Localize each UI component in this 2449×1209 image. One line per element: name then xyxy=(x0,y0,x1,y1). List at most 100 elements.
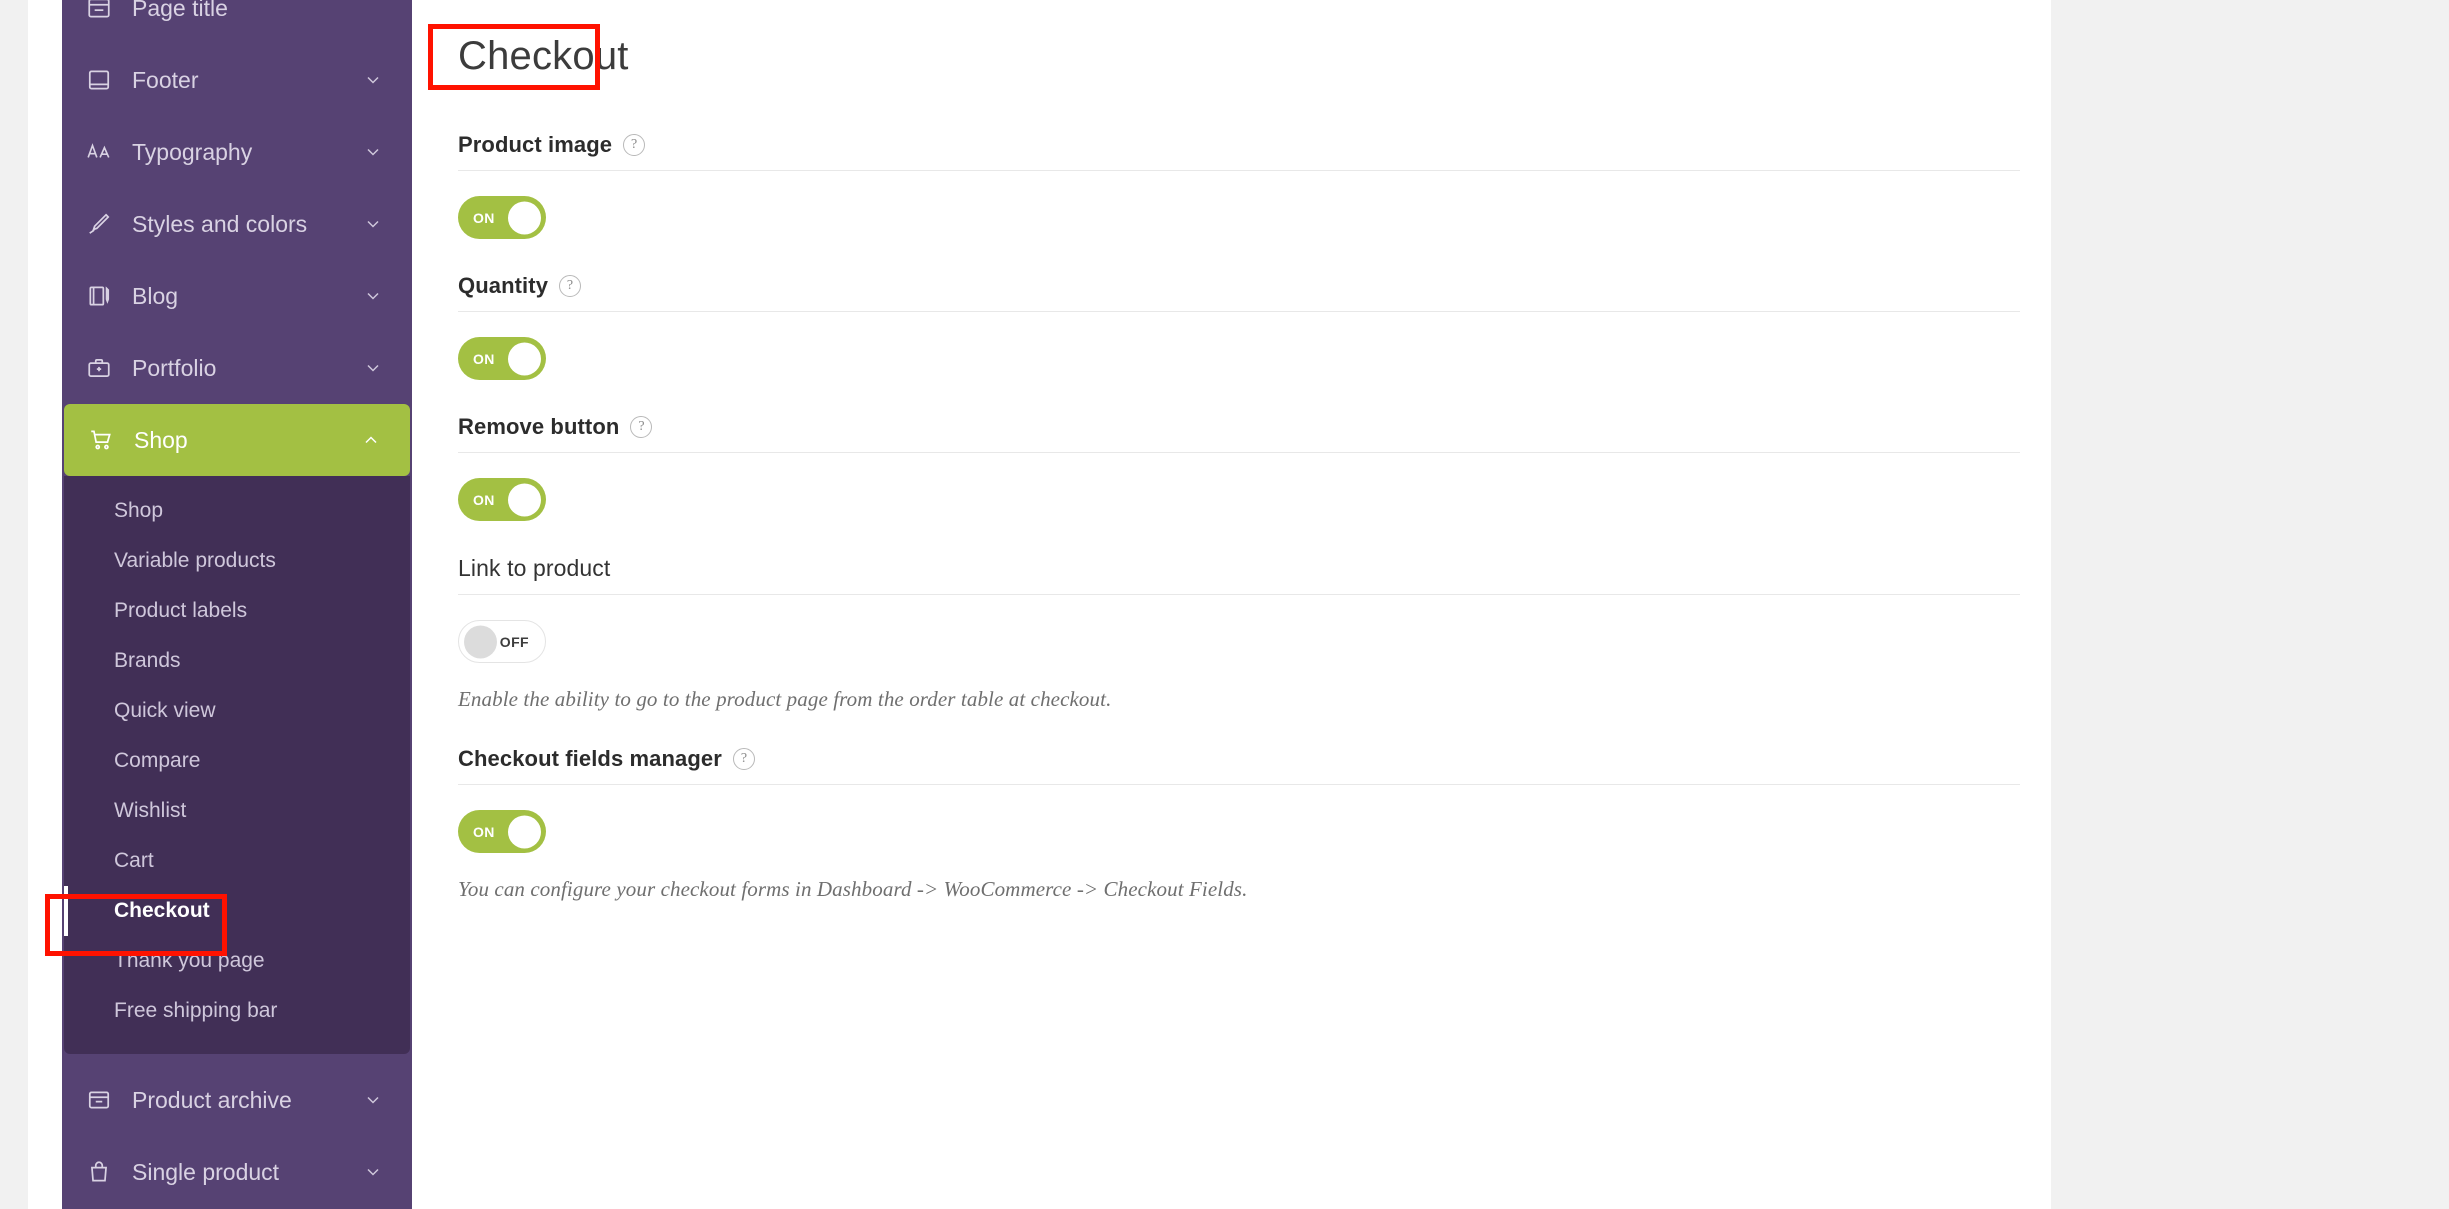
chevron-down-icon[interactable] xyxy=(362,141,384,163)
white-spacer-strip xyxy=(28,0,62,1209)
sidebar-item-label: Typography xyxy=(132,138,253,165)
remove-button-toggle[interactable]: ON xyxy=(458,478,546,521)
submenu-item-checkout[interactable]: Checkout xyxy=(64,886,410,936)
sidebar-item-shop[interactable]: Shop xyxy=(64,404,410,476)
chevron-down-icon[interactable] xyxy=(362,1161,384,1183)
submenu-item-quick-view[interactable]: Quick view xyxy=(64,686,410,736)
sidebar-item-label: Single product xyxy=(132,1158,280,1185)
sidebar-item-label: Page title xyxy=(132,0,228,21)
submenu-item-variable-products[interactable]: Variable products xyxy=(64,536,410,586)
typography-icon xyxy=(84,137,114,167)
setting-description: Enable the ability to go to the product … xyxy=(458,687,1112,711)
customizer-sidebar: Page title Footer Typography Styles and … xyxy=(62,0,412,1209)
submenu-item-label: Checkout xyxy=(114,899,210,922)
toggle-knob xyxy=(508,815,541,848)
toggle-container: ON xyxy=(458,478,2051,521)
sidebar-item-typography[interactable]: Typography xyxy=(62,116,412,188)
app-screen: Page title Footer Typography Styles and … xyxy=(0,0,2449,1209)
setting-header: Product image ? xyxy=(458,132,2020,171)
sidebar-item-footer[interactable]: Footer xyxy=(62,44,412,116)
setting-header: Quantity ? xyxy=(458,273,2020,312)
toggle-state-label: OFF xyxy=(499,633,529,650)
sidebar-item-portfolio[interactable]: Portfolio xyxy=(62,332,412,404)
setting-product-image: Product image ? ON xyxy=(458,132,2051,239)
sidebar-item-blog[interactable]: Blog xyxy=(62,260,412,332)
help-icon[interactable]: ? xyxy=(630,416,653,438)
setting-header: Remove button ? xyxy=(458,414,2020,453)
briefcase-icon xyxy=(84,353,114,383)
sidebar-item-label: Product archive xyxy=(132,1086,292,1113)
cart-icon xyxy=(86,425,116,455)
toggle-state-label: ON xyxy=(473,350,495,367)
chevron-down-icon[interactable] xyxy=(362,1089,384,1111)
chevron-down-icon[interactable] xyxy=(362,285,384,307)
settings-panel: Checkout Product image ? ON Quantity ? O… xyxy=(412,0,2051,1209)
toggle-container: ON xyxy=(458,196,2051,239)
sidebar-item-label: Portfolio xyxy=(132,354,217,381)
sidebar-item-product-archive[interactable]: Product archive xyxy=(62,1064,412,1136)
toggle-knob xyxy=(508,201,541,234)
toggle-container: ON xyxy=(458,337,2051,380)
submenu-item-cart[interactable]: Cart xyxy=(64,836,410,886)
submenu-item-label: Variable products xyxy=(114,549,276,572)
blog-icon xyxy=(84,281,114,311)
submenu-item-brands[interactable]: Brands xyxy=(64,636,410,686)
setting-label: Remove button xyxy=(458,414,620,439)
left-gutter xyxy=(0,0,28,1209)
product-image-toggle[interactable]: ON xyxy=(458,196,546,239)
setting-quantity: Quantity ? ON xyxy=(458,273,2051,380)
chevron-down-icon[interactable] xyxy=(362,213,384,235)
setting-link-to-product: Link to product OFF Enable the ability t… xyxy=(458,555,2051,712)
brush-icon xyxy=(84,209,114,239)
submenu-item-free-shipping-bar[interactable]: Free shipping bar xyxy=(64,986,410,1036)
submenu-item-label: Cart xyxy=(114,849,154,872)
setting-description: You can configure your checkout forms in… xyxy=(458,877,1248,901)
bag-icon xyxy=(84,1157,114,1187)
setting-label: Quantity xyxy=(458,273,549,298)
quantity-toggle[interactable]: ON xyxy=(458,337,546,380)
archive-icon xyxy=(84,1085,114,1115)
toggle-knob xyxy=(464,625,497,658)
setting-header: Checkout fields manager ? xyxy=(458,746,2020,785)
sidebar-item-page-title[interactable]: Page title xyxy=(62,0,412,44)
setting-label: Link to product xyxy=(458,555,611,581)
chevron-down-icon[interactable] xyxy=(362,69,384,91)
submenu-item-product-labels[interactable]: Product labels xyxy=(64,586,410,636)
sidebar-item-single-product[interactable]: Single product xyxy=(62,1136,412,1208)
submenu-item-label: Product labels xyxy=(114,599,248,622)
submenu-item-thank-you-page[interactable]: Thank you page xyxy=(64,936,410,986)
submenu-item-label: Brands xyxy=(114,649,181,672)
submenu-item-label: Compare xyxy=(114,749,201,772)
sidebar-item-label: Footer xyxy=(132,66,199,93)
shop-submenu: Shop Variable products Product labels Br… xyxy=(64,476,410,1054)
toggle-state-label: ON xyxy=(473,823,495,840)
sidebar-item-label: Styles and colors xyxy=(132,210,308,237)
submenu-item-label: Free shipping bar xyxy=(114,999,278,1022)
checkout-fields-manager-toggle[interactable]: ON xyxy=(458,810,546,853)
setting-label: Product image xyxy=(458,132,613,157)
toggle-container: OFF xyxy=(458,620,2051,663)
footer-icon xyxy=(84,65,114,95)
toggle-knob xyxy=(508,342,541,375)
setting-label: Checkout fields manager xyxy=(458,746,722,771)
setting-remove-button: Remove button ? ON xyxy=(458,414,2051,521)
help-icon[interactable]: ? xyxy=(623,134,646,156)
chevron-up-icon[interactable] xyxy=(360,429,382,451)
sidebar-item-label: Blog xyxy=(132,282,179,309)
help-icon[interactable]: ? xyxy=(559,275,582,297)
submenu-item-shop[interactable]: Shop xyxy=(64,486,410,536)
toggle-container: ON xyxy=(458,810,2051,853)
page-title: Checkout xyxy=(458,34,629,78)
help-icon[interactable]: ? xyxy=(732,748,755,770)
submenu-item-label: Shop xyxy=(114,499,164,522)
submenu-item-label: Wishlist xyxy=(114,799,187,822)
toggle-knob xyxy=(508,483,541,516)
link-to-product-toggle[interactable]: OFF xyxy=(458,620,546,663)
chevron-down-icon[interactable] xyxy=(362,357,384,379)
submenu-item-compare[interactable]: Compare xyxy=(64,736,410,786)
setting-checkout-fields-manager: Checkout fields manager ? ON You can con… xyxy=(458,746,2051,902)
sidebar-item-styles-and-colors[interactable]: Styles and colors xyxy=(62,188,412,260)
toggle-state-label: ON xyxy=(473,209,495,226)
submenu-item-wishlist[interactable]: Wishlist xyxy=(64,786,410,836)
toggle-state-label: ON xyxy=(473,491,495,508)
